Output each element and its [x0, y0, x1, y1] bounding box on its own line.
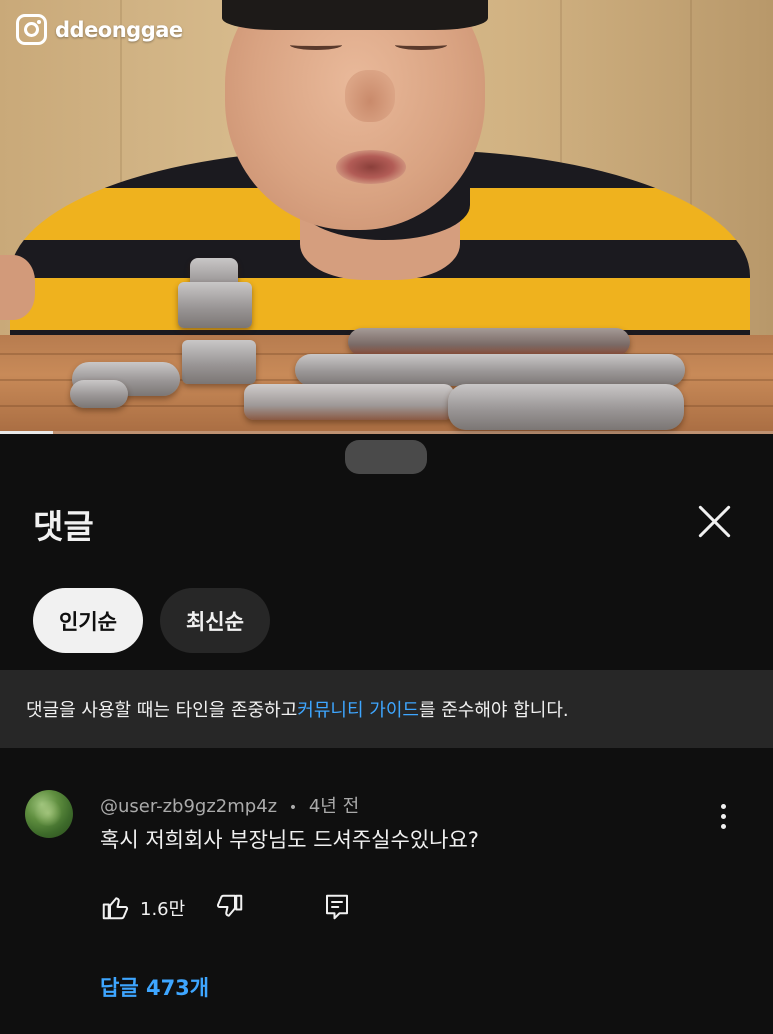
community-guideline-notice: 댓글을 사용할 때는 타인을 존중하고 커뮤니티 가이드 를 준수해야 합니다. — [0, 670, 773, 748]
view-replies-button[interactable]: 답글 473개 — [100, 972, 209, 1002]
community-guidelines-link[interactable]: 커뮤니티 가이드 — [297, 696, 419, 722]
person-eye — [395, 40, 447, 50]
person-nose — [345, 70, 395, 122]
thumbs-up-icon[interactable] — [100, 892, 130, 922]
close-icon[interactable] — [692, 498, 738, 544]
person-mouth — [336, 150, 406, 184]
comment-meta: @user-zb9gz2mp4z • 4년 전 — [100, 792, 359, 818]
wrench — [295, 354, 685, 386]
more-vertical-icon[interactable] — [712, 802, 734, 832]
avatar[interactable] — [25, 790, 73, 838]
guideline-text-end: 를 준수해야 합니다. — [418, 700, 569, 721]
wrench-handle — [244, 384, 454, 420]
sort-chip-newest[interactable]: 최신순 — [159, 588, 270, 653]
hex-nut-small — [70, 380, 128, 408]
sheet-title: 댓글 — [33, 507, 94, 546]
adjustable-wrench — [448, 384, 684, 430]
sheet-drag-handle[interactable] — [345, 440, 427, 474]
person-eye — [290, 40, 342, 50]
video-player[interactable]: ddeonggae — [0, 0, 773, 434]
watermark-handle: ddeonggae — [55, 17, 183, 42]
person-hand — [0, 255, 35, 320]
meta-separator: • — [288, 800, 298, 816]
comment-text: 혹시 저희회사 부장님도 드셔주실수있나요? — [100, 828, 479, 852]
pliers — [348, 328, 630, 356]
sort-chips: 인기순 최신순 — [33, 588, 270, 653]
person-hair — [222, 0, 488, 30]
thumbs-down-icon[interactable] — [215, 892, 245, 922]
reply-icon[interactable] — [322, 892, 352, 922]
instagram-icon — [16, 14, 47, 45]
comment-item: @user-zb9gz2mp4z • 4년 전 혹시 저희회사 부장님도 드셔주… — [0, 772, 773, 1032]
guideline-text: 댓글을 사용할 때는 타인을 존중하고 — [26, 700, 298, 721]
sort-chip-top[interactable]: 인기순 — [33, 588, 143, 653]
like-count: 1.6만 — [140, 899, 186, 920]
comment-age: 4년 전 — [308, 796, 360, 817]
watermark: ddeonggae — [16, 14, 183, 45]
comments-sheet: 댓글 인기순 최신순 댓글을 사용할 때는 타인을 존중하고 커뮤니티 가이드 를… — [0, 434, 773, 1034]
bolt-nut-top — [178, 282, 252, 328]
comment-author[interactable]: @user-zb9gz2mp4z — [100, 796, 277, 817]
bolt-nut-bottom — [182, 340, 256, 384]
